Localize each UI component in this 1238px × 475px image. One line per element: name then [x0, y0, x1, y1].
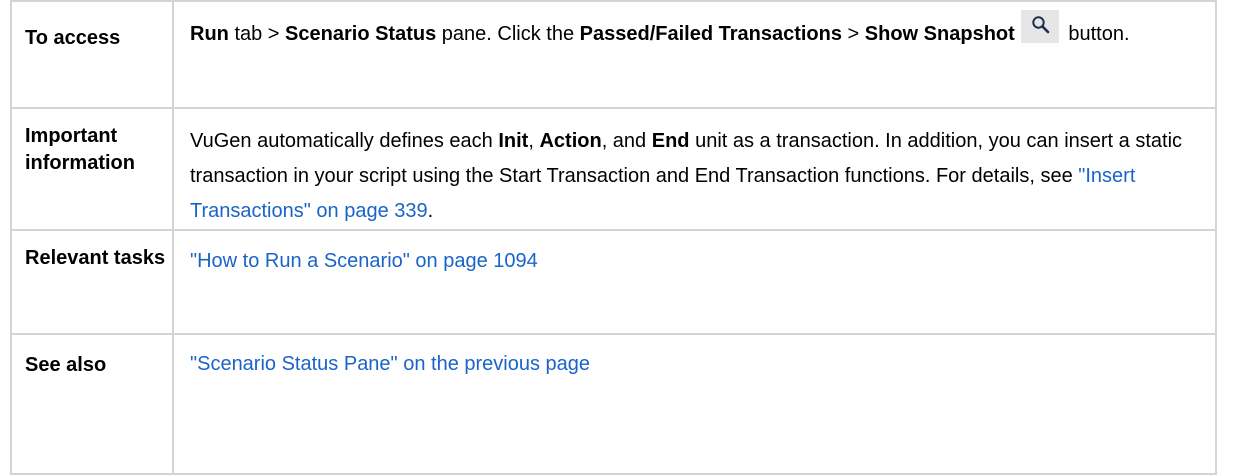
scenario-status-text: Scenario Status: [285, 23, 437, 45]
run-tab-text: Run: [190, 23, 229, 45]
row-content: "Scenario Status Pane" on the previous p…: [172, 333, 1217, 475]
row-content: "How to Run a Scenario" on page 1094: [172, 229, 1217, 335]
content-text: , and: [601, 130, 652, 152]
how-to-run-scenario-link[interactable]: "How to Run a Scenario" on page 1094: [190, 250, 538, 272]
content-text: VuGen automatically defines each: [190, 130, 499, 152]
row-label: See also: [10, 333, 174, 475]
row-label: Important information: [10, 107, 174, 231]
content-text: tab >: [228, 23, 286, 45]
row-label: Relevant tasks: [10, 229, 174, 335]
content-text: ,: [528, 130, 540, 152]
content-text: >: [841, 23, 865, 45]
scenario-status-pane-link[interactable]: "Scenario Status Pane" on the previous p…: [190, 353, 590, 375]
content-text: button.: [1062, 23, 1130, 45]
action-text: Action: [539, 130, 602, 152]
content-text: pane. Click the: [436, 23, 580, 45]
end-text: End: [651, 130, 690, 152]
table-row-see-also: See also "Scenario Status Pane" on the p…: [10, 333, 1217, 475]
row-content: VuGen automatically defines each Init, A…: [172, 107, 1217, 231]
info-table: To access Run tab > Scenario Status pane…: [10, 0, 1217, 475]
table-row-important-information: Important information VuGen automaticall…: [10, 107, 1217, 231]
table-row-to-access: To access Run tab > Scenario Status pane…: [10, 0, 1217, 109]
show-snapshot-text: Show Snapshot: [864, 23, 1015, 45]
row-content: Run tab > Scenario Status pane. Click th…: [172, 0, 1217, 109]
show-snapshot-button[interactable]: [1020, 10, 1059, 43]
table-row-relevant-tasks: Relevant tasks "How to Run a Scenario" o…: [10, 229, 1217, 335]
magnifier-icon: [1032, 16, 1050, 34]
content-text: .: [427, 200, 434, 222]
passed-failed-text: Passed/Failed Transactions: [579, 23, 842, 45]
init-text: Init: [498, 130, 529, 152]
row-label: To access: [10, 0, 174, 109]
